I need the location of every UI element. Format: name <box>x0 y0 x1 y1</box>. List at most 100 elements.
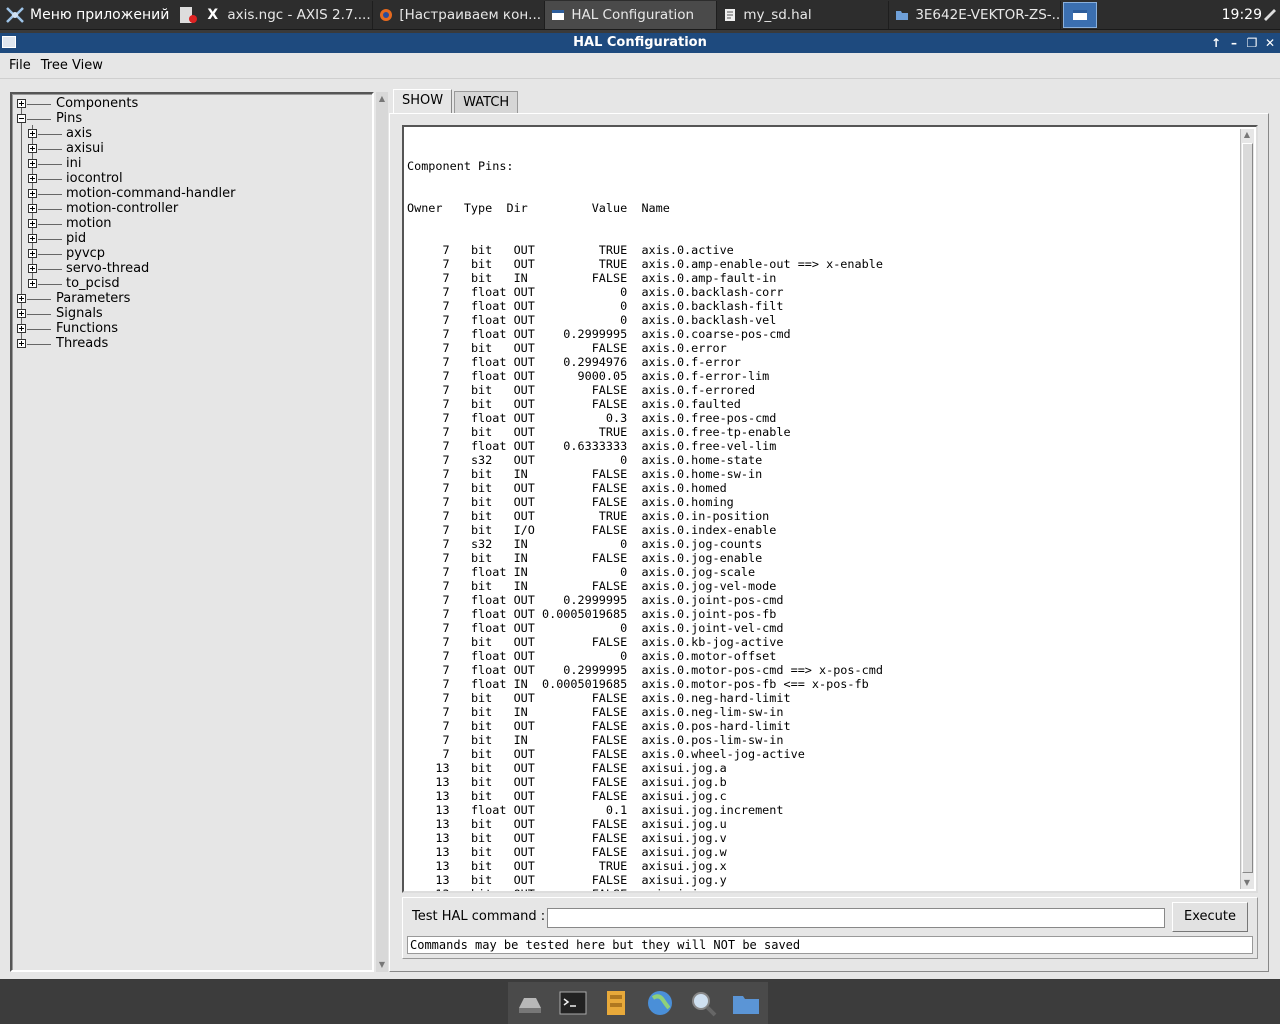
scroll-up-icon[interactable]: ▲ <box>1242 130 1252 140</box>
show-desktop-button[interactable] <box>1063 1 1098 28</box>
pin-row: 13 bit OUT TRUE axisui.jog.x <box>407 859 883 873</box>
pin-owner: 7 <box>407 327 450 341</box>
tree-item-motion-controller[interactable]: motion-controller <box>66 201 178 216</box>
expand-icon[interactable] <box>17 339 26 348</box>
tree-item-threads[interactable]: Threads <box>56 336 108 351</box>
maximize-icon[interactable]: ❐ <box>1246 36 1258 50</box>
expand-icon[interactable] <box>28 279 37 288</box>
pin-dir: OUT <box>513 383 542 397</box>
pins-scrollbar[interactable]: ▲ ▼ <box>1240 129 1254 889</box>
expand-icon[interactable] <box>17 324 26 333</box>
expand-icon[interactable] <box>28 159 37 168</box>
execute-button[interactable]: Execute <box>1172 902 1248 932</box>
pin-row: 7 bit OUT FALSE axis.0.homing <box>407 495 883 509</box>
tree-item-ini[interactable]: ini <box>66 156 81 171</box>
menu-file[interactable]: File <box>4 58 36 73</box>
app-menu-label: Меню приложений <box>30 6 170 23</box>
task-hal-configuration[interactable]: HAL Configuration <box>545 0 718 29</box>
pin-row: 7 float OUT 0.2994976 axis.0.f-error <box>407 355 883 369</box>
pin-owner: 7 <box>407 257 450 271</box>
expand-icon[interactable] <box>28 249 37 258</box>
web-browser-icon[interactable] <box>645 988 675 1018</box>
tree-item-motion-command-handler[interactable]: motion-command-handler <box>66 186 235 201</box>
pins-column-header: Owner Type Dir Value Name <box>407 201 883 215</box>
expand-icon[interactable] <box>28 189 37 198</box>
pin-value: FALSE <box>541 523 628 537</box>
tree-scrollbar[interactable]: ▲ ▼ <box>376 92 388 972</box>
pin-type: bit <box>470 761 507 775</box>
expand-icon[interactable] <box>28 129 37 138</box>
expand-icon[interactable] <box>28 144 37 153</box>
pin-value: FALSE <box>541 775 628 789</box>
expand-icon[interactable] <box>28 234 37 243</box>
tree-item-axis[interactable]: axis <box>66 126 92 141</box>
tree-item-to-pcisd[interactable]: to_pcisd <box>66 276 120 291</box>
pin-name: axis.0.free-tp-enable <box>641 425 791 439</box>
expand-icon[interactable] <box>28 174 37 183</box>
app-menu-button[interactable]: Меню приложений <box>0 0 175 30</box>
tree-item-signals[interactable]: Signals <box>56 306 103 321</box>
tree-item-pins[interactable]: Pins <box>56 111 82 126</box>
pin-name: axis.0.in-position <box>641 509 770 523</box>
pin-type: bit <box>470 397 507 411</box>
scroll-down-icon[interactable]: ▼ <box>377 960 387 970</box>
folder-icon[interactable] <box>731 988 761 1018</box>
title-bar[interactable]: HAL Configuration ↑ – ❐ ✕ <box>0 33 1280 53</box>
menu-bar: File Tree View <box>0 53 1280 79</box>
tree-item-pyvcp[interactable]: pyvcp <box>66 246 105 261</box>
pin-type: float <box>470 621 507 635</box>
drive-icon[interactable] <box>515 988 545 1018</box>
terminal-icon[interactable] <box>558 988 588 1018</box>
pin-type: float <box>470 439 507 453</box>
expand-icon[interactable] <box>28 204 37 213</box>
task-axis[interactable]: X axis.ngc - AXIS 2.7.... <box>201 0 374 29</box>
tree-item-functions[interactable]: Functions <box>56 321 118 336</box>
tree-item-iocontrol[interactable]: iocontrol <box>66 171 123 186</box>
tree-item-servo-thread[interactable]: servo-thread <box>66 261 149 276</box>
file-manager-icon[interactable] <box>601 988 631 1018</box>
col-dir: Dir <box>506 201 528 215</box>
scroll-up-icon[interactable]: ▲ <box>377 94 387 104</box>
tree-item-parameters[interactable]: Parameters <box>56 291 130 306</box>
pin-row: 13 bit OUT FALSE axisui.jog.y <box>407 873 883 887</box>
tree-item-components[interactable]: Components <box>56 96 138 111</box>
pin-row: 13 bit OUT FALSE axisui.jog.u <box>407 817 883 831</box>
test-hal-command-input[interactable] <box>547 908 1165 928</box>
tab-watch[interactable]: WATCH <box>454 91 519 113</box>
search-icon[interactable] <box>688 988 718 1018</box>
collapse-icon[interactable] <box>17 114 26 123</box>
tab-show[interactable]: SHOW <box>393 89 453 113</box>
task-folder[interactable]: 3E642E-VEKTOR-ZS-... <box>889 0 1062 29</box>
tree-item-pid[interactable]: pid <box>66 231 86 246</box>
pin-value: 0 <box>541 621 628 635</box>
quick-launch-icon[interactable] <box>175 1 201 29</box>
scrollbar-thumb[interactable] <box>1242 143 1253 873</box>
expand-icon[interactable] <box>28 264 37 273</box>
task-my-sd-hal[interactable]: my_sd.hal <box>717 0 890 29</box>
pin-value: 0 <box>541 453 628 467</box>
pin-row: 7 bit OUT FALSE axis.0.faulted <box>407 397 883 411</box>
close-icon[interactable]: ✕ <box>1264 36 1276 50</box>
hal-tree[interactable]: Components Pins axis axisui ini iocontro… <box>10 92 374 972</box>
keep-above-icon[interactable]: ↑ <box>1210 36 1222 50</box>
pin-value: 0.2999995 <box>541 327 628 341</box>
tree-item-axisui[interactable]: axisui <box>66 141 104 156</box>
expand-icon[interactable] <box>17 99 26 108</box>
task-browser[interactable]: [Настраиваем кон... <box>373 0 546 29</box>
minimize-icon[interactable]: – <box>1228 36 1240 50</box>
menu-tree-view[interactable]: Tree View <box>36 58 108 73</box>
expand-icon[interactable] <box>17 309 26 318</box>
expand-icon[interactable] <box>17 294 26 303</box>
pin-row: 7 float OUT 0 axis.0.motor-offset <box>407 649 883 663</box>
pin-dir: OUT <box>513 369 542 383</box>
pin-type: float <box>470 327 507 341</box>
scroll-down-icon[interactable]: ▼ <box>1242 878 1252 888</box>
pin-dir: OUT <box>513 243 542 257</box>
window-menu-icon[interactable] <box>2 36 16 48</box>
pin-dir: OUT <box>513 817 542 831</box>
tray-notification-icon[interactable] <box>1262 7 1278 23</box>
tree-item-motion[interactable]: motion <box>66 216 112 231</box>
pins-text-view[interactable]: Component Pins: Owner Type Dir Value Nam… <box>402 125 1258 893</box>
pin-value: FALSE <box>541 831 628 845</box>
expand-icon[interactable] <box>28 219 37 228</box>
